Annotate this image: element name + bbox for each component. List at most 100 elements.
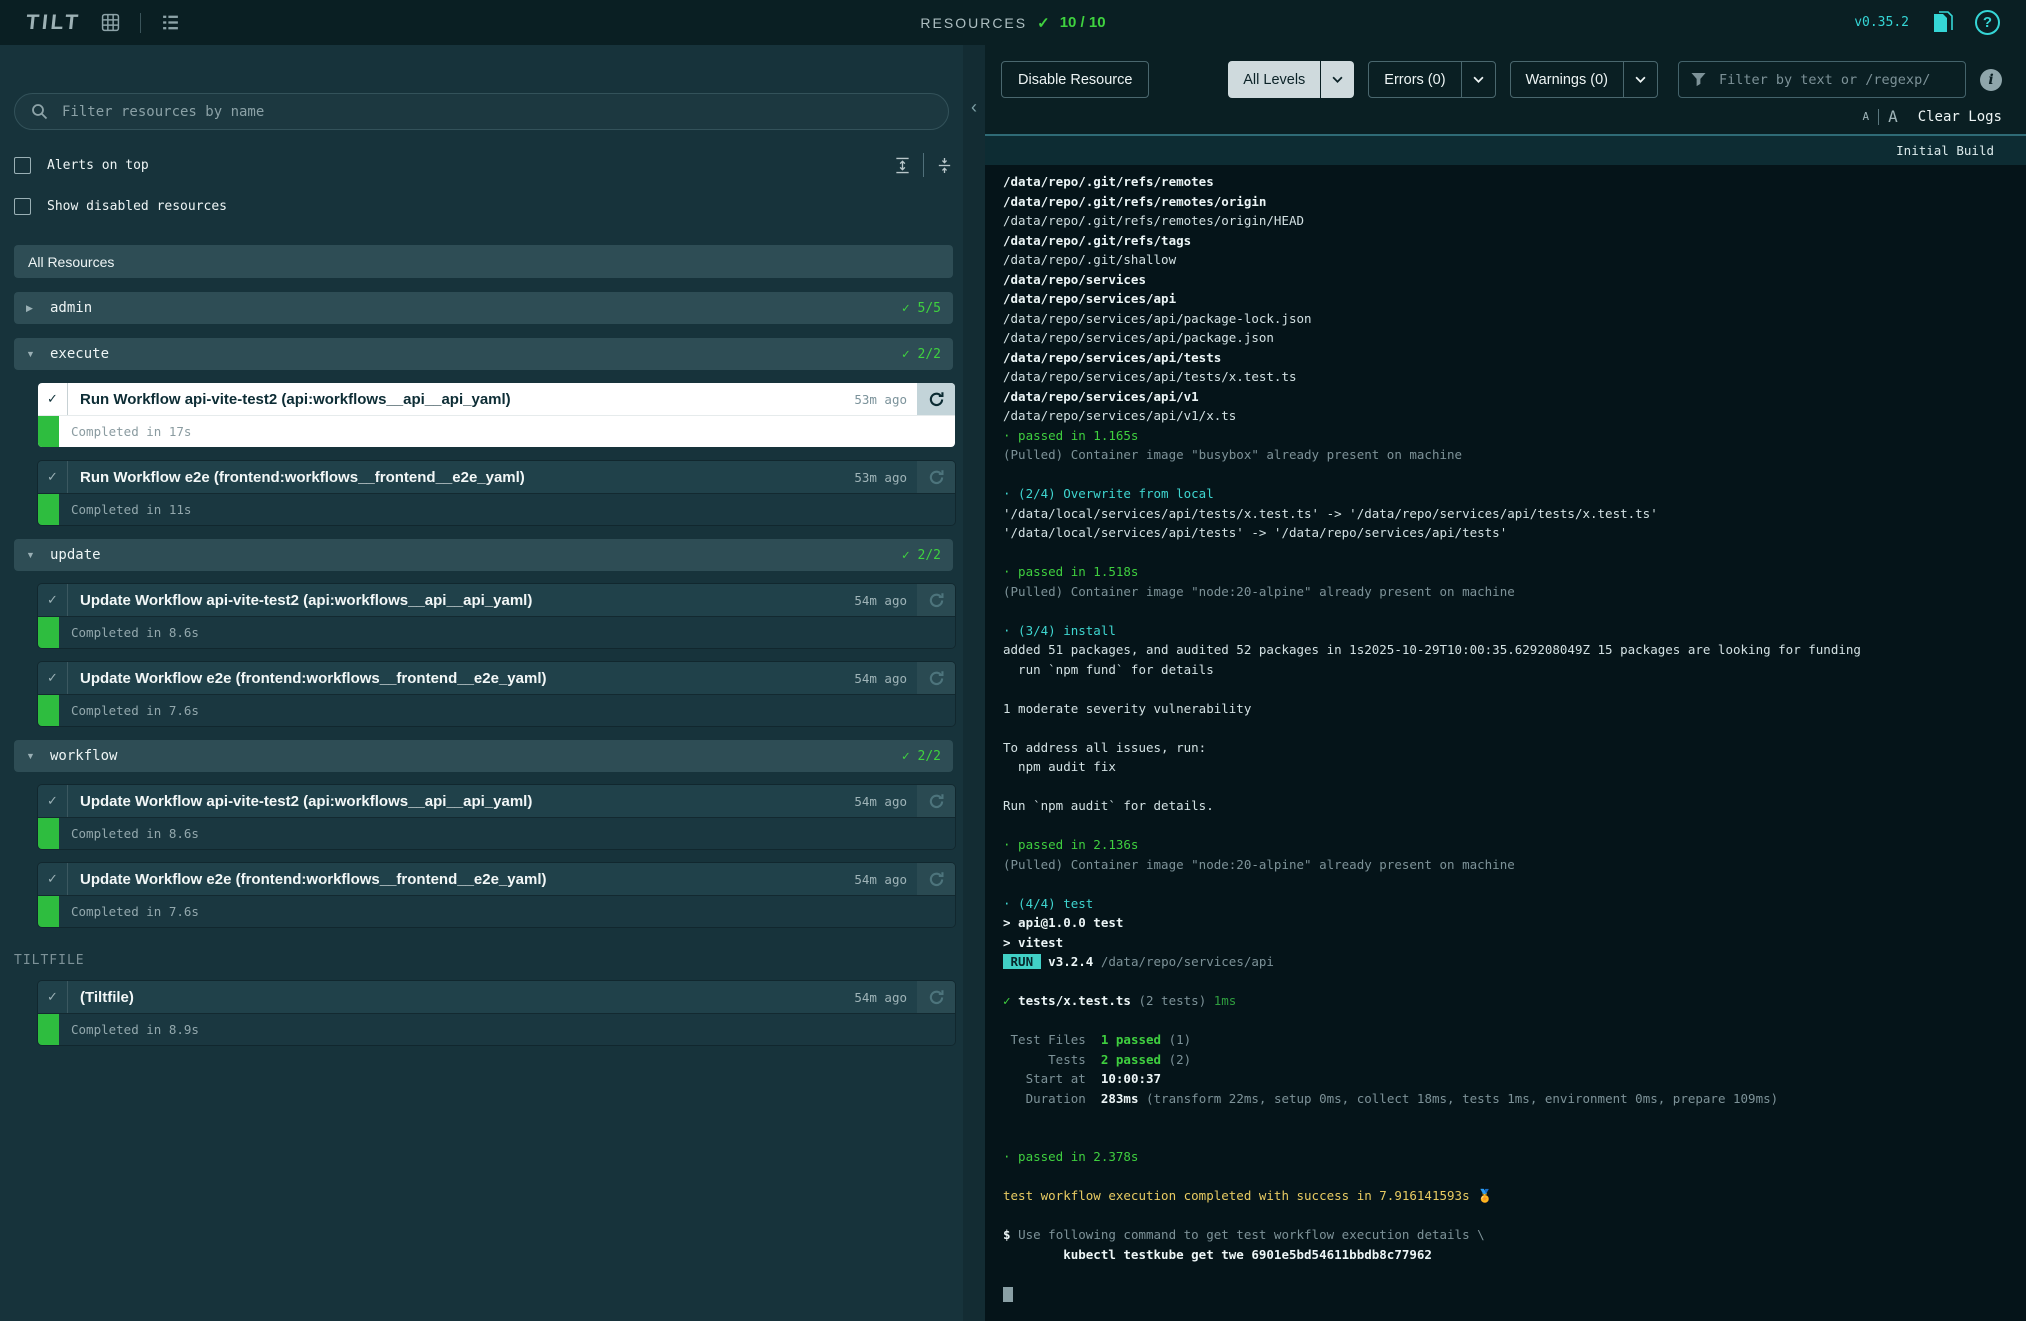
log-line: Start at 10:00:37 bbox=[1003, 1069, 2026, 1089]
resource-time: 53m ago bbox=[854, 392, 917, 407]
status-color-bar bbox=[38, 818, 59, 849]
resource-item[interactable]: ✓ Run Workflow e2e (frontend:workflows__… bbox=[38, 461, 955, 525]
alerts-on-top-checkbox[interactable] bbox=[14, 157, 31, 174]
chevron-down-icon[interactable]: ▼ bbox=[26, 751, 38, 761]
list-view-icon[interactable] bbox=[161, 13, 180, 32]
chevron-down-icon[interactable] bbox=[1461, 62, 1495, 97]
log-line: > vitest bbox=[1003, 933, 2026, 953]
status-color-bar bbox=[38, 896, 59, 927]
resource-status: Completed in 8.6s bbox=[59, 826, 199, 841]
log-line: /data/repo/.git/shallow bbox=[1003, 250, 2026, 270]
log-line: Duration 283ms (transform 22ms, setup 0m… bbox=[1003, 1089, 2026, 1109]
alerts-on-top-label: Alerts on top bbox=[47, 158, 149, 173]
log-line: · passed in 1.518s bbox=[1003, 562, 2026, 582]
log-filter-box bbox=[1678, 61, 1966, 98]
log-line bbox=[1003, 1108, 2026, 1128]
errors-filter[interactable]: Errors (0) bbox=[1368, 61, 1495, 98]
trigger-update-button[interactable] bbox=[917, 662, 955, 694]
resource-ok-check-icon: ✓ bbox=[38, 662, 68, 694]
chevron-down-icon[interactable] bbox=[1623, 62, 1657, 97]
trigger-update-button[interactable] bbox=[917, 981, 955, 1013]
resource-item[interactable]: ✓ Update Workflow e2e (frontend:workflow… bbox=[38, 863, 955, 927]
resource-ok-check-icon: ✓ bbox=[38, 863, 68, 895]
grid-view-icon[interactable] bbox=[101, 13, 120, 32]
show-disabled-checkbox[interactable] bbox=[14, 198, 31, 215]
trigger-update-button[interactable] bbox=[917, 863, 955, 895]
resource-item[interactable]: ✓ Update Workflow api-vite-test2 (api:wo… bbox=[38, 584, 955, 648]
warnings-filter[interactable]: Warnings (0) bbox=[1510, 61, 1658, 98]
docs-icon[interactable] bbox=[1931, 11, 1953, 35]
clear-logs-button[interactable]: Clear Logs bbox=[1918, 109, 2002, 125]
font-size-increase-button[interactable]: A bbox=[1888, 107, 1898, 126]
resource-item-selected[interactable]: ✓ Run Workflow api-vite-test2 (api:workf… bbox=[38, 383, 955, 447]
log-line: /data/repo/.git/refs/remotes/origin bbox=[1003, 192, 2026, 212]
disable-resource-button[interactable]: Disable Resource bbox=[1001, 61, 1149, 98]
filter-info-icon[interactable]: i bbox=[1980, 69, 2002, 91]
collapse-all-groups-icon[interactable] bbox=[936, 157, 953, 174]
tiltfile-item[interactable]: ✓ (Tiltfile) 54m ago Completed in 8.9s bbox=[38, 981, 955, 1045]
log-line: /data/repo/services/api/tests/x.test.ts bbox=[1003, 367, 2026, 387]
log-line bbox=[1003, 718, 2026, 738]
status-color-bar bbox=[38, 494, 59, 525]
resource-title: Update Workflow api-vite-test2 (api:work… bbox=[68, 592, 854, 609]
resource-status: Completed in 17s bbox=[59, 424, 191, 439]
log-filter-input[interactable] bbox=[1717, 71, 1953, 89]
status-color-bar bbox=[38, 1014, 59, 1045]
resource-status: Completed in 8.9s bbox=[59, 1022, 199, 1037]
log-section-header: Initial Build bbox=[985, 134, 2026, 165]
chevron-down-icon[interactable]: ▼ bbox=[26, 550, 38, 560]
funnel-icon bbox=[1691, 72, 1706, 87]
log-line: Tests 2 passed (2) bbox=[1003, 1050, 2026, 1070]
resource-filter-input[interactable] bbox=[60, 103, 932, 121]
sidebar-resize-gutter[interactable]: ‹ bbox=[963, 45, 985, 1321]
all-healthy-check-icon: ✓ bbox=[1037, 14, 1050, 32]
header-divider bbox=[140, 13, 141, 33]
log-level-filter[interactable]: All Levels bbox=[1228, 61, 1354, 98]
status-color-bar bbox=[38, 695, 59, 726]
chevron-down-icon[interactable] bbox=[1320, 61, 1354, 98]
trigger-update-button[interactable] bbox=[917, 383, 955, 415]
log-pane: Disable Resource All Levels Errors (0) W… bbox=[985, 45, 2026, 1321]
group-update[interactable]: ▼ update ✓ 2/2 bbox=[14, 539, 953, 571]
all-resources-button[interactable]: All Resources bbox=[14, 245, 953, 278]
log-line bbox=[1003, 1206, 2026, 1226]
group-admin[interactable]: ▶ admin ✓ 5/5 bbox=[14, 292, 953, 324]
search-icon bbox=[31, 103, 48, 120]
font-size-decrease-button[interactable]: A bbox=[1862, 110, 1869, 123]
log-line bbox=[1003, 465, 2026, 485]
resource-status: Completed in 7.6s bbox=[59, 904, 199, 919]
resource-title: Run Workflow e2e (frontend:workflows__fr… bbox=[68, 469, 854, 486]
sort-icons-divider bbox=[923, 153, 924, 177]
resource-item[interactable]: ✓ Update Workflow api-vite-test2 (api:wo… bbox=[38, 785, 955, 849]
resource-title: Update Workflow e2e (frontend:workflows_… bbox=[68, 871, 854, 888]
expand-all-groups-icon[interactable] bbox=[894, 157, 911, 174]
log-line: /data/repo/services/api/v1 bbox=[1003, 387, 2026, 407]
log-body[interactable]: /data/repo/.git/refs/remotes/data/repo/.… bbox=[985, 165, 2026, 1321]
trigger-update-button[interactable] bbox=[917, 785, 955, 817]
log-line: /data/repo/services/api/tests bbox=[1003, 348, 2026, 368]
resource-status: Completed in 7.6s bbox=[59, 703, 199, 718]
log-line: '/data/local/services/api/tests' -> '/da… bbox=[1003, 523, 2026, 543]
log-line: · passed in 2.378s bbox=[1003, 1147, 2026, 1167]
log-line bbox=[1003, 1284, 2026, 1304]
chevron-down-icon[interactable]: ▼ bbox=[26, 349, 38, 359]
group-execute[interactable]: ▼ execute ✓ 2/2 bbox=[14, 338, 953, 370]
trigger-update-button[interactable] bbox=[917, 461, 955, 493]
log-line: ✓ tests/x.test.ts (2 tests) 1ms bbox=[1003, 991, 2026, 1011]
resource-time: 54m ago bbox=[854, 872, 917, 887]
log-line: /data/repo/services/api/package.json bbox=[1003, 328, 2026, 348]
log-line: added 51 packages, and audited 52 packag… bbox=[1003, 640, 2026, 660]
log-line: /data/repo/.git/refs/remotes bbox=[1003, 172, 2026, 192]
resource-ok-check-icon: ✓ bbox=[38, 383, 68, 415]
chevron-right-icon[interactable]: ▶ bbox=[26, 303, 38, 314]
trigger-update-button[interactable] bbox=[917, 584, 955, 616]
log-line: test workflow execution completed with s… bbox=[1003, 1186, 2026, 1206]
sidebar-collapse-icon[interactable]: ‹ bbox=[971, 97, 977, 117]
group-workflow[interactable]: ▼ workflow ✓ 2/2 bbox=[14, 740, 953, 772]
show-disabled-label: Show disabled resources bbox=[47, 199, 227, 214]
log-line bbox=[1003, 1167, 2026, 1187]
tilt-window: TILT RESOURCES ✓ 10 / 10 v0.35.2 ? ‹ bbox=[0, 0, 2026, 1321]
resource-item[interactable]: ✓ Update Workflow e2e (frontend:workflow… bbox=[38, 662, 955, 726]
log-line: 1 moderate severity vulnerability bbox=[1003, 699, 2026, 719]
help-icon[interactable]: ? bbox=[1975, 10, 2000, 35]
